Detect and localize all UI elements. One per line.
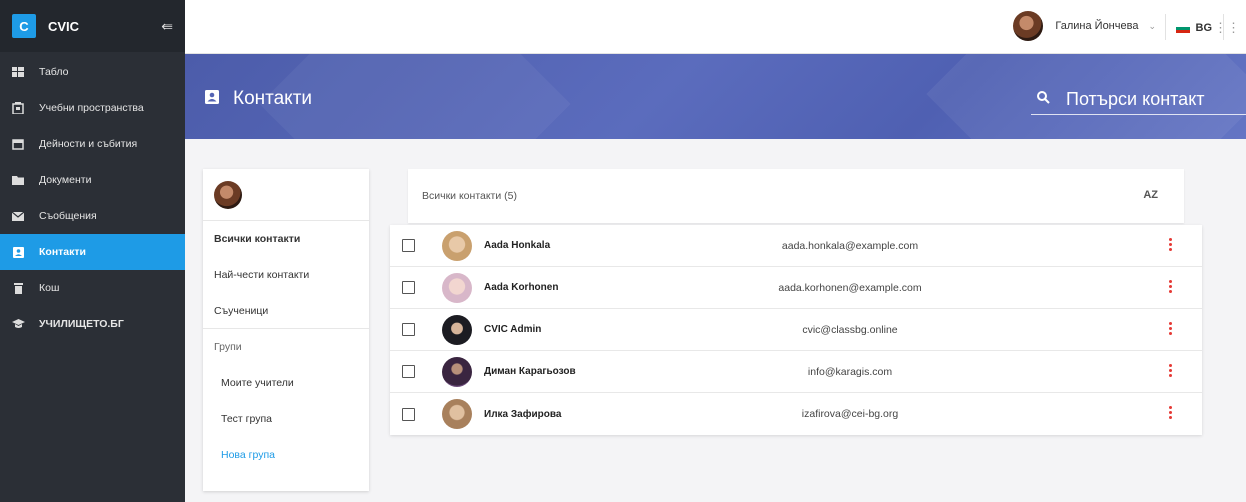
sidebar-item-trash[interactable]: Кош (0, 270, 185, 306)
more-options-icon[interactable] (1168, 238, 1172, 253)
divider (1165, 14, 1166, 40)
page-title: Контакти (205, 88, 312, 110)
contact-icon (205, 88, 219, 110)
contact-name: CVIC Admin (484, 324, 542, 335)
table-row[interactable]: CVIC Admin cvic@classbg.online (390, 309, 1202, 351)
user-menu[interactable]: Галина Йончева ⌄ (1013, 11, 1156, 41)
topbar: Галина Йончева ⌄ BG ⋮⋮ (185, 0, 1246, 54)
sidebar-item-label: Учебни пространства (39, 102, 144, 114)
flag-bg-icon (1175, 23, 1190, 33)
sidebar-nav: Табло Учебни пространства Дейности и съб… (0, 52, 185, 342)
avatar (442, 272, 472, 303)
graduation-cap-icon (11, 318, 25, 330)
contacts-menu-header (203, 169, 369, 221)
group-test[interactable]: Тест група (203, 401, 369, 437)
more-options-icon[interactable] (1168, 280, 1172, 295)
sidebar-item-label: Съобщения (39, 210, 97, 222)
table-row[interactable]: Aada Korhonen aada.korhonen@example.com (390, 267, 1202, 309)
calendar-icon (11, 138, 25, 150)
row-checkbox[interactable] (402, 323, 415, 336)
more-options-icon[interactable] (1168, 322, 1172, 337)
more-options-icon[interactable] (1168, 364, 1172, 379)
sidebar-item-label: Контакти (39, 246, 86, 258)
chevron-down-icon: ⌄ (1148, 20, 1156, 31)
group-my-teachers[interactable]: Моите учители (203, 365, 369, 401)
dashboard-icon (11, 66, 25, 78)
menu-all-contacts[interactable]: Всички контакти (203, 221, 369, 257)
avatar (442, 314, 472, 345)
brand-logo[interactable]: C (12, 14, 36, 38)
avatar[interactable] (214, 180, 242, 209)
folder-icon (11, 174, 25, 186)
more-options-icon[interactable] (1168, 406, 1172, 421)
contact-name: Aada Korhonen (484, 282, 559, 293)
contacts-menu: Всички контакти Най-чести контакти Съуче… (203, 169, 369, 491)
sidebar-item-learning-spaces[interactable]: Учебни пространства (0, 90, 185, 126)
sidebar-item-messages[interactable]: Съобщения (0, 198, 185, 234)
sidebar-item-contacts[interactable]: Контакти (0, 234, 185, 270)
row-checkbox[interactable] (402, 407, 415, 421)
user-name: Галина Йончева (1055, 20, 1139, 32)
sidebar-item-label: УЧИЛИЩЕТО.БГ (39, 318, 124, 330)
avatar (1013, 11, 1044, 41)
contacts-count-label: Всички контакти (5) (422, 190, 517, 202)
contact-icon (11, 246, 25, 258)
contact-email: cvic@classbg.online (802, 323, 898, 336)
brand-bar: C CVIC ⇚ (0, 0, 185, 52)
contacts-table: Aada Honkala aada.honkala@example.com Aa… (390, 225, 1202, 435)
avatar (442, 230, 472, 261)
search-input[interactable] (1066, 89, 1236, 110)
sidebar-item-label: Табло (39, 66, 69, 78)
sidebar-item-label: Кош (39, 282, 60, 294)
search-icon[interactable] (1037, 90, 1050, 109)
table-row[interactable]: Aada Honkala aada.honkala@example.com (390, 225, 1202, 267)
sidebar-item-dashboard[interactable]: Табло (0, 54, 185, 90)
collapse-sidebar-icon[interactable]: ⇚ (161, 18, 173, 35)
contact-name: Aada Honkala (484, 240, 551, 251)
contact-name: Илка Зафирова (484, 408, 562, 420)
sidebar: C CVIC ⇚ Табло Учебни пространства Дейно… (0, 0, 185, 502)
avatar (442, 399, 472, 429)
mail-icon (11, 210, 25, 222)
contacts-list-header: Всички контакти (5) AZ (408, 169, 1184, 223)
avatar (442, 356, 472, 387)
menu-classmates[interactable]: Съученици (203, 293, 369, 329)
page-header: Контакти (185, 54, 1246, 139)
table-row[interactable]: Илка Зафирова izafirova@cei-bg.org (390, 393, 1202, 435)
contact-email: aada.korhonen@example.com (778, 281, 922, 294)
page-title-text: Контакти (233, 88, 313, 109)
sidebar-item-documents[interactable]: Документи (0, 162, 185, 198)
sidebar-item-activities[interactable]: Дейности и събития (0, 126, 185, 162)
new-group-link[interactable]: Нова група (203, 437, 369, 473)
building-icon (11, 102, 25, 114)
brand-name: CVIC (48, 18, 80, 34)
search-bar (1031, 85, 1246, 115)
table-row[interactable]: Диман Карагьозов info@karagis.com (390, 351, 1202, 393)
contact-email: aada.honkala@example.com (781, 239, 919, 252)
contact-email: info@karagis.com (807, 365, 893, 378)
sort-az-button[interactable]: AZ (1143, 189, 1158, 201)
language-code: BG (1195, 22, 1213, 34)
apps-grid-icon[interactable]: ⋮⋮ (1214, 20, 1240, 36)
row-checkbox[interactable] (402, 281, 415, 294)
sidebar-item-label: Документи (39, 174, 92, 186)
contact-name: Диман Карагьозов (484, 366, 576, 377)
contact-email: izafirova@cei-bg.org (801, 408, 899, 420)
menu-frequent-contacts[interactable]: Най-чести контакти (203, 257, 369, 293)
language-selector[interactable]: BG (1175, 22, 1213, 34)
sidebar-item-school[interactable]: УЧИЛИЩЕТО.БГ (0, 306, 185, 342)
trash-icon (11, 282, 25, 294)
row-checkbox[interactable] (402, 365, 415, 378)
sidebar-item-label: Дейности и събития (39, 138, 138, 150)
row-checkbox[interactable] (402, 239, 415, 252)
groups-heading: Групи (214, 341, 242, 353)
